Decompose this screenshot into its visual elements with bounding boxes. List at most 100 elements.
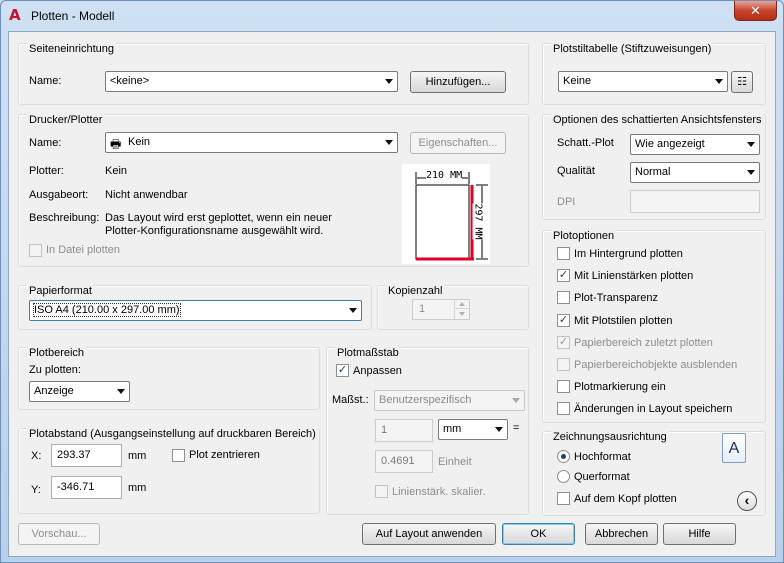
group-title: Plotabstand (Ausgangseinstellung auf dru… bbox=[27, 428, 318, 440]
description-line-2: Plotter-Konfigurationsname ausgewählt wi… bbox=[105, 225, 324, 237]
chevron-down-icon bbox=[385, 79, 393, 84]
scale-units-input[interactable]: 0.4691 bbox=[375, 450, 433, 473]
chevron-down-icon bbox=[747, 170, 755, 175]
dropdown-value: Normal bbox=[635, 166, 671, 178]
help-button[interactable]: Hilfe bbox=[663, 523, 736, 545]
plotter-value: Kein bbox=[105, 165, 128, 177]
plot-option-checkbox[interactable]: ✓ bbox=[557, 314, 570, 327]
dialog-body: Seiteneinrichtung Name: <keine> Hinzufüg… bbox=[8, 31, 776, 557]
add-page-setup-button[interactable]: Hinzufügen... bbox=[410, 71, 506, 93]
apply-to-layout-button[interactable]: Auf Layout anwenden bbox=[362, 523, 496, 545]
group-title: Optionen des schattierten Ansichtsfenste… bbox=[551, 114, 764, 126]
paper-height-label: 297 MM bbox=[472, 203, 484, 240]
orientation-preview-icon: A bbox=[722, 433, 746, 463]
plot-option-checkbox[interactable] bbox=[557, 402, 570, 415]
paper-size-dropdown[interactable]: ISO A4 (210.00 x 297.00 mm) bbox=[29, 300, 362, 321]
scale-lineweights-checkbox[interactable] bbox=[375, 485, 388, 498]
plot-to-file-checkbox[interactable] bbox=[29, 244, 42, 257]
description-label: Beschreibung: bbox=[29, 212, 100, 224]
page-setup-name-label: Name: bbox=[29, 75, 62, 87]
dropdown-value: ISO A4 (210.00 x 297.00 mm) bbox=[33, 303, 181, 317]
dropdown-value: mm bbox=[443, 423, 462, 435]
group-title: Plotoptionen bbox=[551, 230, 617, 242]
dpi-label: DPI bbox=[557, 196, 576, 208]
dropdown-value: Kein bbox=[128, 136, 151, 148]
scale-units-label: Einheit bbox=[438, 456, 472, 468]
scale-unit-dropdown[interactable]: mm bbox=[438, 419, 508, 440]
preview-button[interactable]: Vorschau... bbox=[18, 523, 100, 545]
output-value: Nicht anwendbar bbox=[105, 189, 188, 201]
plotter-label: Plotter: bbox=[29, 165, 64, 177]
output-label: Ausgabeort: bbox=[29, 189, 89, 201]
group-title: Plotmaßstab bbox=[335, 347, 401, 359]
chevron-down-icon bbox=[715, 79, 723, 84]
offset-y-input[interactable]: -346.71 bbox=[51, 476, 122, 499]
plot-option-label: Mit Plotstilen plotten bbox=[574, 315, 673, 327]
fit-to-paper-checkbox[interactable]: ✓ bbox=[336, 364, 349, 377]
plot-offset-group: Plotabstand (Ausgangseinstellung auf dru… bbox=[18, 428, 320, 514]
group-title: Zeichnungsausrichtung bbox=[551, 431, 669, 443]
landscape-radio[interactable] bbox=[557, 470, 570, 483]
offset-x-unit: mm bbox=[128, 450, 147, 462]
fit-to-paper-label: Anpassen bbox=[353, 365, 402, 377]
ok-button[interactable]: OK bbox=[502, 523, 575, 545]
scale-dropdown[interactable]: Benutzerspezifisch bbox=[374, 390, 525, 411]
plot-option-label: Änderungen in Layout speichern bbox=[574, 403, 733, 415]
printer-name-label: Name: bbox=[29, 137, 62, 149]
quality-dropdown[interactable]: Normal bbox=[630, 162, 760, 183]
scale-value-input[interactable]: 1 bbox=[375, 419, 433, 442]
offset-x-input[interactable]: 293.37 bbox=[51, 444, 122, 467]
center-plot-label: Plot zentrieren bbox=[189, 449, 260, 461]
plot-to-file-label: In Datei plotten bbox=[46, 244, 120, 256]
plot-option-checkbox[interactable]: ✓ bbox=[557, 336, 570, 349]
plot-option-checkbox[interactable] bbox=[557, 358, 570, 371]
title-bar[interactable]: A Plotten - Modell ✕ bbox=[1, 1, 783, 31]
portrait-radio[interactable] bbox=[557, 450, 570, 463]
shade-plot-dropdown[interactable]: Wie angezeigt bbox=[630, 134, 760, 155]
plot-option-label: Plotmarkierung ein bbox=[574, 381, 666, 393]
chevron-down-icon bbox=[495, 427, 503, 432]
stepper-down-icon[interactable] bbox=[454, 310, 469, 319]
scale-label: Maßst.: bbox=[332, 394, 369, 406]
plot-option-label: Plot-Transparenz bbox=[574, 292, 658, 304]
plot-option-label: Mit Linienstärken plotten bbox=[574, 270, 694, 282]
group-title: Plotbereich bbox=[27, 347, 87, 359]
upside-down-checkbox[interactable] bbox=[557, 492, 570, 505]
landscape-label: Querformat bbox=[574, 471, 630, 483]
copies-value: 1 bbox=[419, 303, 426, 315]
shade-plot-label: Schatt.-Plot bbox=[557, 137, 614, 149]
dpi-input[interactable] bbox=[630, 190, 760, 213]
offset-x-label: X: bbox=[31, 450, 42, 462]
plot-option-label: Im Hintergrund plotten bbox=[574, 248, 683, 260]
dropdown-value: Wie angezeigt bbox=[635, 138, 705, 150]
dropdown-value: Anzeige bbox=[34, 385, 74, 397]
group-title: Drucker/Plotter bbox=[27, 114, 105, 126]
cancel-button[interactable]: Abbrechen bbox=[585, 523, 658, 545]
edit-plot-style-button[interactable]: ☷ bbox=[731, 71, 753, 93]
copies-stepper[interactable]: 1 bbox=[412, 299, 470, 320]
plot-option-label: Papierbereich zuletzt plotten bbox=[574, 337, 713, 349]
close-button[interactable]: ✕ bbox=[734, 1, 777, 21]
printer-icon: 🖶 bbox=[110, 137, 122, 151]
plot-option-label: Papierbereichobjekte ausblenden bbox=[574, 359, 738, 371]
portrait-label: Hochformat bbox=[574, 451, 631, 463]
collapse-options-icon[interactable]: ‹ bbox=[737, 491, 757, 511]
group-title: Papierformat bbox=[27, 285, 94, 297]
plot-option-checkbox[interactable] bbox=[557, 291, 570, 304]
properties-button[interactable]: Eigenschaften... bbox=[410, 132, 506, 154]
equals-sign: = bbox=[513, 422, 520, 434]
upside-down-label: Auf dem Kopf plotten bbox=[574, 493, 677, 505]
plot-option-checkbox[interactable] bbox=[557, 247, 570, 260]
stepper-up-icon[interactable] bbox=[454, 300, 469, 309]
plot-style-dropdown[interactable]: Keine bbox=[558, 71, 728, 92]
edit-table-icon: ☷ bbox=[737, 76, 747, 88]
group-title: Seiteneinrichtung bbox=[27, 43, 117, 55]
plot-what-dropdown[interactable]: Anzeige bbox=[29, 381, 130, 402]
page-setup-name-dropdown[interactable]: <keine> bbox=[105, 71, 398, 92]
chevron-down-icon bbox=[385, 140, 393, 145]
printer-name-dropdown[interactable]: 🖶 Kein bbox=[105, 132, 398, 153]
plot-option-checkbox[interactable] bbox=[557, 380, 570, 393]
center-plot-checkbox[interactable] bbox=[172, 449, 185, 462]
plot-option-checkbox[interactable]: ✓ bbox=[557, 269, 570, 282]
offset-y-label: Y: bbox=[31, 484, 41, 496]
